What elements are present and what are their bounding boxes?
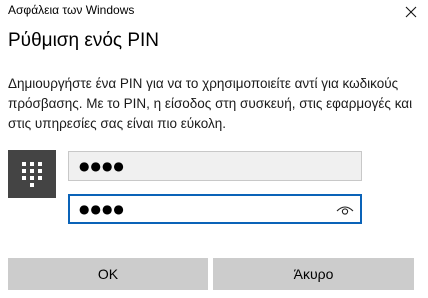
keypad-icon (22, 162, 42, 187)
ok-button[interactable]: OK (8, 258, 208, 290)
dialog-heading: Ρύθμιση ενός PIN (8, 30, 160, 51)
confirm-pin-input[interactable]: ●●●● (68, 194, 362, 224)
new-pin-value: ●●●● (79, 159, 125, 173)
dialog-description: Δημιουργήστε ένα PIN για να το χρησιμοπο… (8, 76, 413, 131)
title-bar: Ασφάλεια των Windows (0, 0, 428, 24)
keypad-tile (8, 150, 56, 198)
eye-icon (336, 206, 354, 215)
window-title: Ασφάλεια των Windows (8, 3, 135, 17)
confirm-pin-value: ●●●● (79, 202, 125, 216)
close-icon (405, 6, 417, 18)
close-button[interactable] (394, 0, 428, 24)
cancel-button[interactable]: Άκυρο (213, 258, 414, 290)
new-pin-input[interactable]: ●●●● (68, 151, 362, 181)
reveal-pin-button[interactable] (334, 200, 356, 220)
pin-setup-dialog: Ασφάλεια των Windows Ρύθμιση ενός PIN Δη… (0, 0, 428, 298)
